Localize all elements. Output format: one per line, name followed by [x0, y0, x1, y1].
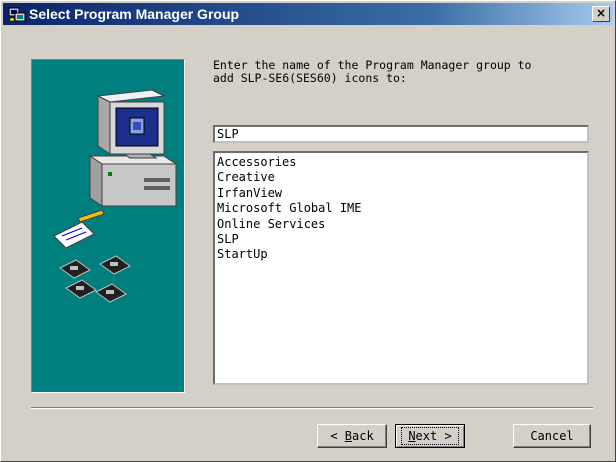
focus-ring: Next > [401, 427, 459, 445]
group-name-input[interactable] [213, 125, 589, 143]
back-label: ack [352, 429, 374, 443]
computer-icon [88, 89, 178, 207]
list-item[interactable]: StartUp [217, 247, 585, 262]
separator [31, 407, 593, 409]
instruction-text: Enter the name of the Program Manager gr… [213, 58, 532, 85]
list-item[interactable]: Online Services [217, 217, 585, 232]
next-label: ext > [415, 429, 452, 443]
window-title: Select Program Manager Group [29, 6, 240, 22]
back-button[interactable]: < Back [317, 424, 387, 448]
title-bar[interactable]: Select Program Manager Group × [3, 3, 613, 25]
list-item[interactable]: Accessories [217, 155, 585, 170]
setup-dialog: Select Program Manager Group × Enter the… [0, 0, 616, 462]
close-icon[interactable]: × [592, 6, 610, 22]
back-prefix: < [330, 429, 345, 443]
cancel-button[interactable]: Cancel [513, 424, 591, 448]
list-item[interactable]: SLP [217, 232, 585, 247]
back-accel: B [344, 429, 352, 443]
setup-illustration [31, 59, 185, 393]
group-list[interactable]: Accessories Creative IrfanView Microsoft… [213, 151, 589, 385]
floppy-disk-icon [53, 209, 131, 303]
next-button[interactable]: Next > [395, 424, 465, 448]
list-item[interactable]: Microsoft Global IME [217, 201, 585, 216]
setup-app-icon [8, 5, 26, 23]
list-item[interactable]: Creative [217, 170, 585, 185]
list-item[interactable]: IrfanView [217, 186, 585, 201]
next-accel: N [408, 429, 416, 443]
